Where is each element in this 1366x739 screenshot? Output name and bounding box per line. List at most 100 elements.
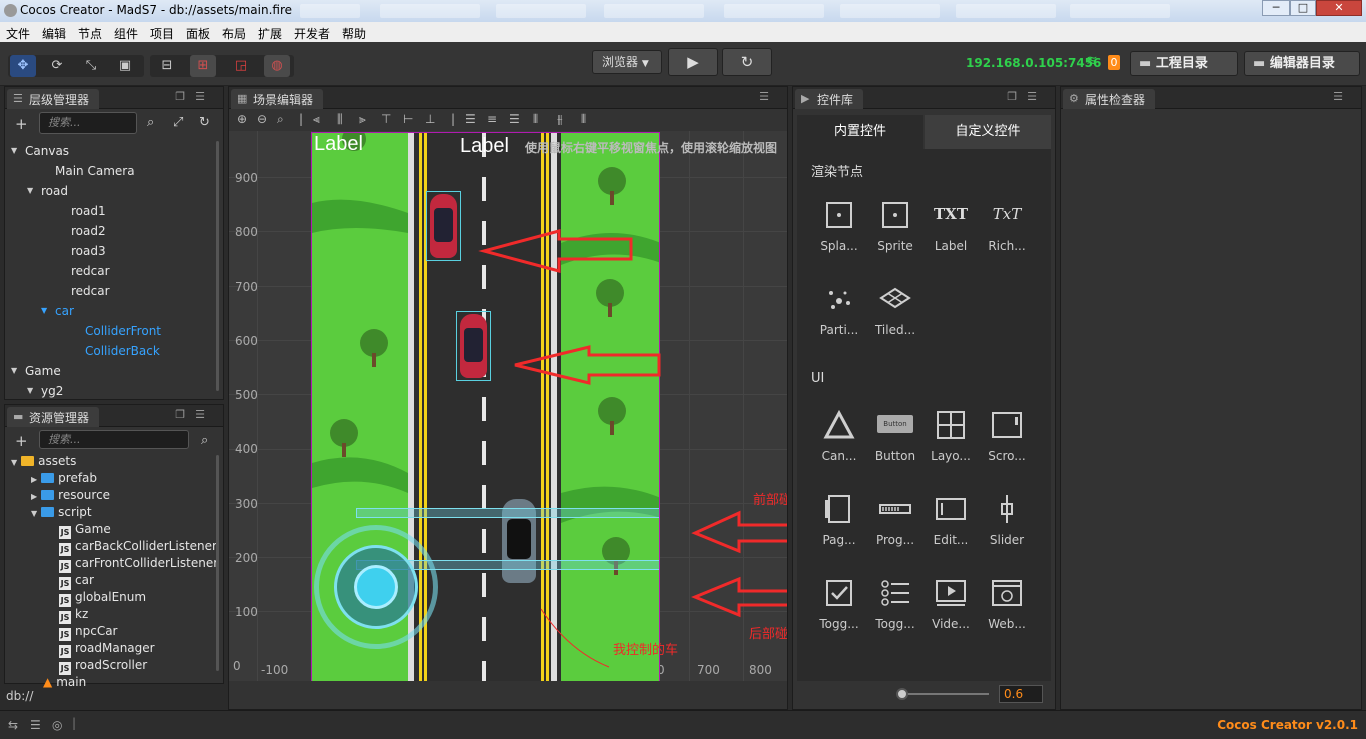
widget-item[interactable]: Scro... [979,407,1035,483]
widget-item[interactable]: Can... [811,407,867,483]
editor-dir-button[interactable]: ▬ 编辑器目录 [1244,51,1360,76]
expand-arrow-icon[interactable]: ▶ [31,492,37,501]
asset-item[interactable]: JS npcCar [59,623,118,641]
asset-item[interactable]: JS roadScroller [59,657,147,675]
menu-extension[interactable]: 扩展 [258,25,282,42]
asset-item[interactable]: JS carBackColliderListener [59,538,217,556]
widget-item[interactable]: Pag... [811,491,867,567]
expand-arrow-icon[interactable]: ▶ [31,475,37,484]
menu-project[interactable]: 项目 [150,25,174,42]
log-icon[interactable]: ⇆ [8,718,18,732]
assets-scrollbar[interactable] [216,455,219,671]
scale-tool-icon[interactable]: ⤡ [78,55,104,77]
rotate-tool-icon[interactable]: ⟳ [44,55,70,77]
expand-all-icon[interactable]: ⤢ [173,115,183,130]
expand-arrow-icon[interactable]: ▼ [11,141,17,161]
close-button[interactable]: ✕ [1316,0,1362,16]
asset-item[interactable]: JS carFrontColliderListener [59,555,218,573]
menu-help[interactable]: 帮助 [342,25,366,42]
widget-item[interactable]: Togg... [811,575,867,651]
pivot-toggle-icon[interactable]: ⊟ [154,55,180,77]
move-tool-icon[interactable]: ✥ [10,55,36,77]
search-icon[interactable]: ⌕ [201,433,208,448]
panel-controls[interactable]: ❐☰ [175,90,215,103]
expand-arrow-icon[interactable]: ▼ [11,361,17,381]
asset-item[interactable]: ▼ script [31,504,92,521]
preview-ip-address[interactable]: 192.168.0.105:7456 [966,56,1101,70]
align-vcenter-icon[interactable]: ⊢ [403,112,413,126]
rect-tool-icon[interactable]: ▣ [112,55,138,77]
asset-item[interactable]: JS car [59,572,94,590]
asset-item[interactable]: JS globalEnum [59,589,146,607]
widget-item[interactable]: Prog... [867,491,923,567]
align-bottom-icon[interactable]: ⊥ [425,112,435,126]
add-node-icon[interactable]: + [15,115,28,133]
eye-off-icon[interactable]: ◎ [52,718,62,732]
asset-item[interactable]: ▲ main [43,674,86,691]
zoom-out-icon[interactable]: ⊖ [257,112,267,126]
menu-node[interactable]: 节点 [78,25,102,42]
hierarchy-node[interactable]: Main Camera [55,161,135,181]
panel-controls[interactable]: ☰ [759,90,779,103]
hierarchy-node[interactable]: ▼ Game [11,361,61,381]
align-hcenter-icon[interactable]: ⫼ [337,112,343,127]
menu-component[interactable]: 组件 [114,25,138,42]
panel-controls[interactable]: ☰ [1333,90,1353,103]
hierarchy-tab[interactable]: ☰ 层级管理器 [7,89,100,109]
widget-item[interactable]: Edit... [923,491,979,567]
minimize-button[interactable]: ─ [1262,0,1290,16]
widget-item[interactable]: Tiled... [867,281,923,357]
zoom-in-icon[interactable]: ⊕ [237,112,247,126]
menu-layout[interactable]: 布局 [222,25,246,42]
scene-tab[interactable]: ▦ 场景编辑器 [231,89,324,109]
asset-item[interactable]: JS roadManager [59,640,155,658]
tab-custom[interactable]: 自定义控件 [925,115,1051,149]
hierarchy-node[interactable]: road2 [71,221,106,241]
menu-file[interactable]: 文件 [6,25,30,42]
3d-toggle-icon[interactable]: ◍ [264,55,290,77]
search-icon[interactable]: ⌕ [147,115,154,130]
widget-item[interactable]: TXT Label [923,197,979,273]
menu-edit[interactable]: 编辑 [42,25,66,42]
menu-panel[interactable]: 面板 [186,25,210,42]
widget-item[interactable]: Spla... [811,197,867,273]
expand-arrow-icon[interactable]: ▼ [11,458,17,467]
widget-item[interactable]: Vide... [923,575,979,651]
scene-viewport[interactable]: 900 800 700 600 500 400 300 200 100 0 -1… [229,131,787,683]
distribute-vcenter-icon[interactable]: ≡ [487,112,497,126]
add-asset-icon[interactable]: + [15,432,28,450]
widget-item[interactable]: TxT Rich... [979,197,1035,273]
widgets-tab[interactable]: ▶ 控件库 [795,89,864,109]
align-top-icon[interactable]: ⊤ [381,112,391,126]
widget-item[interactable]: Sprite [867,197,923,273]
notification-badge[interactable]: 0 [1108,55,1120,70]
asset-item[interactable]: ▶ resource [31,487,110,504]
expand-arrow-icon[interactable]: ▼ [31,509,37,518]
inspector-tab[interactable]: ⚙ 属性检查器 [1063,89,1156,109]
hierarchy-node[interactable]: ColliderFront [85,321,161,341]
assets-tab[interactable]: ▬ 资源管理器 [7,407,100,427]
hierarchy-scrollbar[interactable] [216,141,219,391]
hierarchy-node[interactable]: redcar [71,261,110,281]
tab-builtin[interactable]: 内置控件 [797,115,923,149]
menu-developer[interactable]: 开发者 [294,25,330,42]
widget-item[interactable]: Slider [979,491,1035,567]
assets-search-input[interactable]: 搜索... [39,430,189,449]
hierarchy-node[interactable]: road1 [71,201,106,221]
asset-item[interactable]: JS kz [59,606,88,624]
hierarchy-node[interactable]: ColliderBack [85,341,160,361]
refresh-icon[interactable]: ↻ [199,115,210,130]
panel-controls[interactable]: ❐☰ [175,408,215,421]
align-left-icon[interactable]: ⫷ [313,112,320,127]
local-global-toggle-icon[interactable]: ⊞ [190,55,216,77]
widget-item[interactable]: Layo... [923,407,979,483]
maximize-button[interactable]: □ [1290,0,1316,16]
distribute-top-icon[interactable]: ☰ [465,112,476,126]
hierarchy-node[interactable]: ▼ Canvas [11,141,69,161]
widget-item[interactable]: Web... [979,575,1035,651]
distribute-bottom-icon[interactable]: ☰ [509,112,520,126]
hierarchy-node[interactable]: ▼ yg2 [27,381,63,401]
hierarchy-node[interactable]: ▼ road [27,181,68,201]
widget-item[interactable]: Togg... [867,575,923,651]
expand-arrow-icon[interactable]: ▼ [27,381,33,401]
